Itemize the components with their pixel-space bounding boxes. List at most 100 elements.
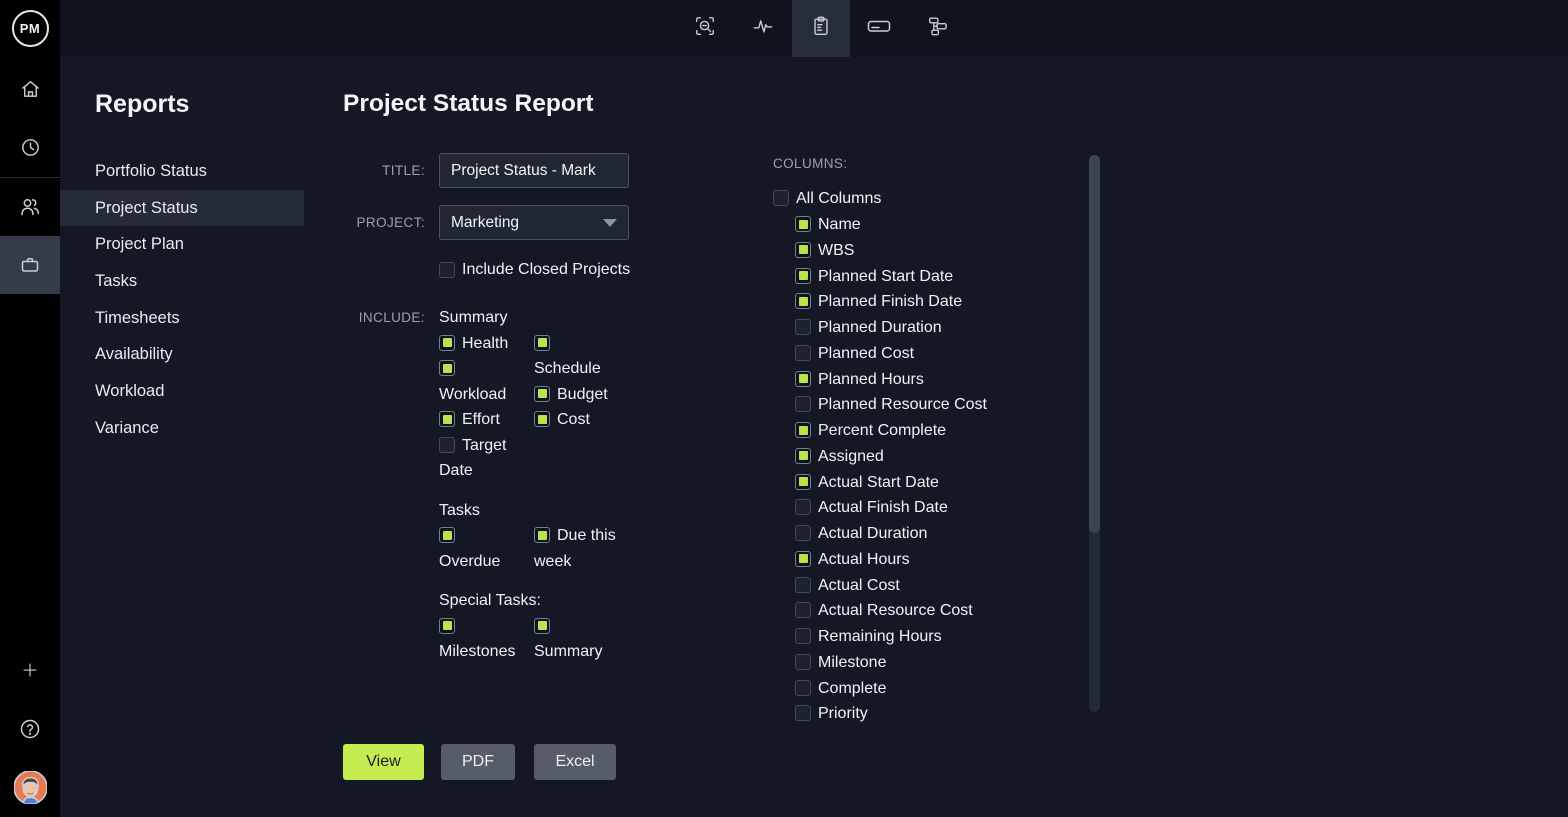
project-label: PROJECT: <box>343 205 425 240</box>
sidebar-item-project-plan[interactable]: Project Plan <box>60 226 304 263</box>
topbar-tool-card[interactable] <box>850 0 908 57</box>
checkbox[interactable] <box>795 499 811 515</box>
option-due-this-week[interactable]: Due this week <box>534 523 618 574</box>
option-priority[interactable]: Priority <box>773 701 1073 727</box>
checkbox[interactable] <box>795 216 811 232</box>
option-complete[interactable]: Complete <box>773 676 1073 702</box>
view-button[interactable]: View <box>343 744 424 780</box>
checkbox[interactable] <box>795 705 811 721</box>
checkbox[interactable] <box>534 527 550 543</box>
page-title: Project Status Report <box>343 90 594 118</box>
columns-scrollbar-thumb[interactable] <box>1089 155 1100 533</box>
sidebar-item-variance[interactable]: Variance <box>60 410 304 447</box>
checkbox[interactable] <box>795 602 811 618</box>
option-actual-finish-date[interactable]: Actual Finish Date <box>773 495 1073 521</box>
checkbox[interactable] <box>534 335 550 351</box>
columns-scrollbar[interactable] <box>1089 155 1100 712</box>
checkbox[interactable] <box>795 268 811 284</box>
checkbox[interactable] <box>795 319 811 335</box>
option-milestones[interactable]: Milestones <box>439 614 519 665</box>
checkbox[interactable] <box>795 628 811 644</box>
checkbox[interactable] <box>795 242 811 258</box>
option-planned-hours[interactable]: Planned Hours <box>773 367 1073 393</box>
team-icon[interactable] <box>0 185 60 229</box>
checkbox[interactable] <box>439 437 455 453</box>
title-label: TITLE: <box>343 153 425 188</box>
closed-projects-label: Include Closed Projects <box>462 261 630 279</box>
all-columns-checkbox[interactable] <box>773 190 789 206</box>
pdf-button[interactable]: PDF <box>441 744 515 780</box>
option-actual-duration[interactable]: Actual Duration <box>773 521 1073 547</box>
title-input[interactable] <box>439 153 629 188</box>
clock-icon[interactable] <box>0 125 60 169</box>
sidebar-item-portfolio-status[interactable]: Portfolio Status <box>60 153 304 190</box>
projects-briefcase-icon[interactable] <box>0 243 60 287</box>
include-closed-projects-option[interactable]: Include Closed Projects <box>439 260 630 280</box>
sidebar-item-timesheets[interactable]: Timesheets <box>60 300 304 337</box>
option-actual-cost[interactable]: Actual Cost <box>773 573 1073 599</box>
option-planned-resource-cost[interactable]: Planned Resource Cost <box>773 392 1073 418</box>
option-planned-finish-date[interactable]: Planned Finish Date <box>773 289 1073 315</box>
option-wbs[interactable]: WBS <box>773 238 1073 264</box>
checkbox[interactable] <box>439 618 455 634</box>
checkbox[interactable] <box>795 577 811 593</box>
help-icon[interactable] <box>0 707 60 751</box>
project-row: PROJECT: Marketing <box>343 205 753 240</box>
option-health[interactable]: Health <box>439 331 519 357</box>
checkbox[interactable] <box>439 527 455 543</box>
option-budget[interactable]: Budget <box>534 382 618 408</box>
option-assigned[interactable]: Assigned <box>773 444 1073 470</box>
option-effort[interactable]: Effort <box>439 407 519 433</box>
checkbox[interactable] <box>795 293 811 309</box>
option-planned-start-date[interactable]: Planned Start Date <box>773 264 1073 290</box>
option-actual-hours[interactable]: Actual Hours <box>773 547 1073 573</box>
closed-projects-checkbox[interactable] <box>439 262 455 278</box>
option-percent-complete[interactable]: Percent Complete <box>773 418 1073 444</box>
checkbox[interactable] <box>795 525 811 541</box>
checkbox[interactable] <box>795 448 811 464</box>
option-workload[interactable]: Workload <box>439 356 519 407</box>
option-name[interactable]: Name <box>773 212 1073 238</box>
checkbox[interactable] <box>534 411 550 427</box>
checkbox[interactable] <box>439 411 455 427</box>
topbar-tool-activity[interactable] <box>734 0 792 57</box>
option-actual-resource-cost[interactable]: Actual Resource Cost <box>773 598 1073 624</box>
option-actual-start-date[interactable]: Actual Start Date <box>773 470 1073 496</box>
checkbox[interactable] <box>534 386 550 402</box>
topbar-tool-zoom-select[interactable] <box>676 0 734 57</box>
topbar-tool-reports[interactable] <box>792 0 850 57</box>
pm-logo[interactable]: PM <box>12 10 49 47</box>
checkbox[interactable] <box>795 474 811 490</box>
checkbox[interactable] <box>795 345 811 361</box>
option-milestone[interactable]: Milestone <box>773 650 1073 676</box>
excel-button[interactable]: Excel <box>534 744 616 780</box>
checkbox[interactable] <box>439 335 455 351</box>
checkbox[interactable] <box>795 422 811 438</box>
sidebar-item-workload[interactable]: Workload <box>60 373 304 410</box>
add-icon[interactable] <box>0 648 60 692</box>
checkbox[interactable] <box>795 551 811 567</box>
option-planned-duration[interactable]: Planned Duration <box>773 315 1073 341</box>
sidebar-item-availability[interactable]: Availability <box>60 336 304 373</box>
checkbox[interactable] <box>795 680 811 696</box>
option-remaining-hours[interactable]: Remaining Hours <box>773 624 1073 650</box>
option-cost[interactable]: Cost <box>534 407 618 433</box>
checkbox[interactable] <box>795 396 811 412</box>
project-dropdown[interactable]: Marketing <box>439 205 629 240</box>
option-target-date[interactable]: Target Date <box>439 433 519 484</box>
checkbox[interactable] <box>534 618 550 634</box>
topbar-tool-workflow[interactable] <box>908 0 966 57</box>
home-icon[interactable] <box>0 67 60 111</box>
checkbox[interactable] <box>439 360 455 376</box>
option-overdue[interactable]: Overdue <box>439 523 519 574</box>
option-planned-cost[interactable]: Planned Cost <box>773 341 1073 367</box>
option-summary[interactable]: Summary <box>534 614 618 665</box>
option-all-columns[interactable]: All Columns <box>773 186 1073 212</box>
include-section-tasks: TasksOverdueDue this week <box>439 498 654 575</box>
sidebar-item-project-status[interactable]: Project Status <box>60 190 304 227</box>
sidebar-item-tasks[interactable]: Tasks <box>60 263 304 300</box>
user-avatar[interactable] <box>0 765 60 809</box>
checkbox[interactable] <box>795 371 811 387</box>
checkbox[interactable] <box>795 654 811 670</box>
option-schedule[interactable]: Schedule <box>534 331 618 382</box>
